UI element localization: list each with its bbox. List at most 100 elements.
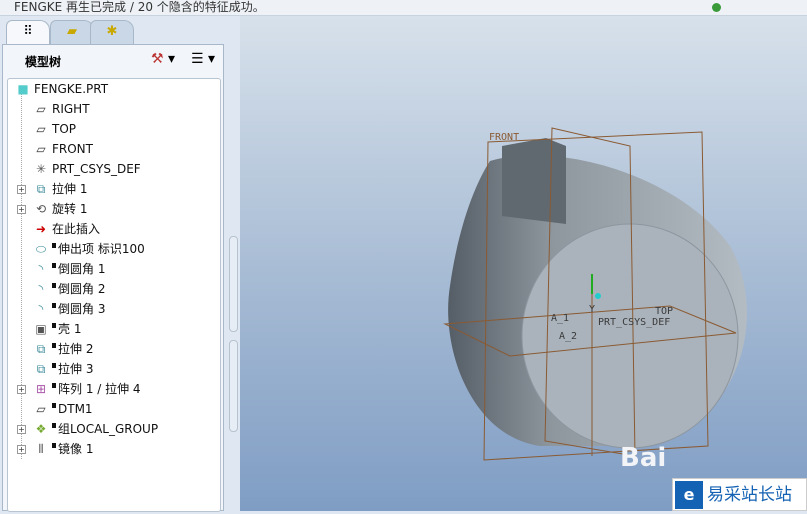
expand-toggle[interactable]: + (17, 185, 26, 194)
tree-icon: ⠿ (23, 24, 33, 39)
sash-handle-upper[interactable] (229, 236, 238, 332)
model-3d-view[interactable]: FRONT TOP PRT_CSYS_DEF A_1 A_2 Y Bai (240, 16, 807, 511)
mirror-icon: ⫴ (38, 442, 44, 456)
tree-item-text: 拉伸 1 (52, 182, 88, 196)
tree-item-label: 组LOCAL_GROUP (52, 419, 158, 439)
protrusion-icon: ⬭ (35, 242, 47, 256)
datum-plane-icon: ▱ (36, 122, 46, 136)
tree-item[interactable]: + ⟲ 旋转 1 (8, 199, 220, 219)
baidu-watermark: Bai (620, 443, 666, 473)
model-tree: ■ FENGKE.PRT ▱ RIGHT ▱ TOP ▱ FRONT ✳ PRT_CSYS_DEF… (7, 78, 221, 512)
datum-plane-icon: ▱ (36, 142, 46, 156)
pattern-icon: ⊞ (35, 382, 47, 396)
tab-favorites[interactable]: ✱ (90, 20, 134, 44)
model-tree-panel: 模型树 ⚒ ▾ ☰ ▾ ■ FENGKE.PRT ▱ RIGHT ▱ TOP ▱ FRONT ✳… (2, 44, 224, 512)
csys-origin (595, 293, 601, 299)
tree-item[interactable]: ◝ 倒圆角 1 (8, 259, 220, 279)
site-name: 易采站长站 (707, 485, 792, 505)
expand-toggle[interactable]: + (17, 425, 26, 434)
tree-item[interactable]: ✳ PRT_CSYS_DEF (8, 159, 220, 179)
tree-item[interactable]: ⬭ 伸出项 标识100 (8, 239, 220, 259)
tree-item-label: FENGKE.PRT (34, 79, 108, 99)
tree-item-text: DTM1 (58, 402, 93, 416)
tree-item-label: FRONT (52, 139, 93, 159)
status-message: FENGKE 再生已完成 / 20 个隐含的特征成功。 (14, 0, 265, 14)
tree-item-text: 镜像 1 (58, 442, 94, 456)
tree-item-label: 拉伸 1 (52, 179, 87, 199)
front-label: FRONT (489, 132, 519, 143)
expand-toggle[interactable]: + (17, 385, 26, 394)
folders-icon: ▰ (67, 24, 77, 39)
tree-item[interactable]: ⧉ 拉伸 3 (8, 359, 220, 379)
suppressed-marker (52, 243, 56, 248)
tree-item-text: 倒圆角 2 (58, 282, 106, 296)
extrude-icon: ⧉ (36, 362, 46, 376)
axis-a1-label: A_1 (551, 313, 569, 324)
tree-item[interactable]: ■ FENGKE.PRT (0, 79, 202, 99)
datum-plane-icon: ▱ (36, 102, 46, 116)
y-label: Y (589, 304, 595, 315)
tree-item[interactable]: ⧉ 拉伸 2 (8, 339, 220, 359)
tree-item-text: 阵列 1 / 拉伸 4 (58, 382, 141, 396)
tree-item[interactable]: ▱ RIGHT (8, 99, 220, 119)
panel-title: 模型树 (25, 55, 62, 69)
tree-item[interactable]: ▱ DTM1 (8, 399, 220, 419)
group-icon: ❖ (35, 422, 47, 436)
status-indicator-icon (712, 3, 721, 12)
suppressed-marker (52, 363, 56, 368)
panel-sash[interactable] (229, 236, 238, 432)
tree-item-label: 倒圆角 3 (52, 299, 105, 319)
tree-item-label: 壳 1 (52, 319, 81, 339)
list-icon: ☰ (191, 51, 204, 67)
expand-toggle[interactable]: + (17, 445, 26, 454)
outlet-block (502, 138, 566, 224)
tree-item[interactable]: + ⧉ 拉伸 1 (8, 179, 220, 199)
tree-item-label: 镜像 1 (52, 439, 93, 459)
tree-item[interactable]: + ❖ 组LOCAL_GROUP (8, 419, 220, 439)
tree-item[interactable]: ▱ TOP (8, 119, 220, 139)
tree-item[interactable]: ➜ 在此插入 (8, 219, 220, 239)
tree-item-label: 倒圆角 2 (52, 279, 105, 299)
tree-item-text: 拉伸 3 (58, 362, 94, 376)
tree-item-text: 伸出项 标识100 (58, 242, 145, 256)
part-icon: ■ (17, 82, 29, 96)
top-label: TOP (655, 306, 673, 317)
suppressed-marker (52, 303, 56, 308)
suppressed-marker (52, 323, 56, 328)
tree-item-text: RIGHT (52, 102, 90, 116)
round-icon: ◝ (38, 282, 44, 296)
tree-item[interactable]: ▱ FRONT (8, 139, 220, 159)
expand-toggle[interactable]: + (17, 205, 26, 214)
sash-handle-lower[interactable] (229, 340, 238, 432)
extrude-icon: ⧉ (36, 182, 46, 196)
tree-item-label: TOP (52, 119, 76, 139)
tree-item[interactable]: ▣ 壳 1 (8, 319, 220, 339)
tab-folder-browser[interactable]: ▰ (50, 20, 94, 44)
tree-item-text: 在此插入 (52, 222, 101, 236)
site-watermark: e 易采站长站 (672, 478, 807, 511)
tree-item-label: 伸出项 标识100 (52, 239, 145, 259)
tree-item-text: FENGKE.PRT (34, 82, 109, 96)
tree-item-text: FRONT (52, 142, 93, 156)
extrude-icon: ⧉ (36, 342, 46, 356)
revolve-icon: ⟲ (35, 202, 47, 216)
tree-item[interactable]: + ⊞ 阵列 1 / 拉伸 4 (8, 379, 220, 399)
round-icon: ◝ (38, 262, 44, 276)
tree-item[interactable]: ◝ 倒圆角 2 (8, 279, 220, 299)
tree-item[interactable]: ◝ 倒圆角 3 (8, 299, 220, 319)
tree-item-text: 旋转 1 (52, 202, 88, 216)
tree-item-label: RIGHT (52, 99, 90, 119)
show-button[interactable]: ☰ ▾ (191, 51, 215, 67)
datum-plane-icon: ▱ (36, 402, 46, 416)
tree-item[interactable]: + ⫴ 镜像 1 (8, 439, 220, 459)
suppressed-marker (52, 343, 56, 348)
tab-model-tree[interactable]: ⠿ (6, 20, 50, 46)
tree-item-label: PRT_CSYS_DEF (52, 159, 141, 179)
settings-button[interactable]: ⚒ ▾ (151, 51, 175, 67)
tree-item-label: 阵列 1 / 拉伸 4 (52, 379, 141, 399)
insert-arrow-icon: ➜ (35, 222, 47, 236)
site-logo-icon: e (675, 481, 703, 509)
csys-icon: ✳ (35, 162, 47, 176)
graphics-viewport[interactable]: FRONT TOP PRT_CSYS_DEF A_1 A_2 Y Bai (240, 16, 807, 511)
tree-item-text: TOP (52, 122, 77, 136)
